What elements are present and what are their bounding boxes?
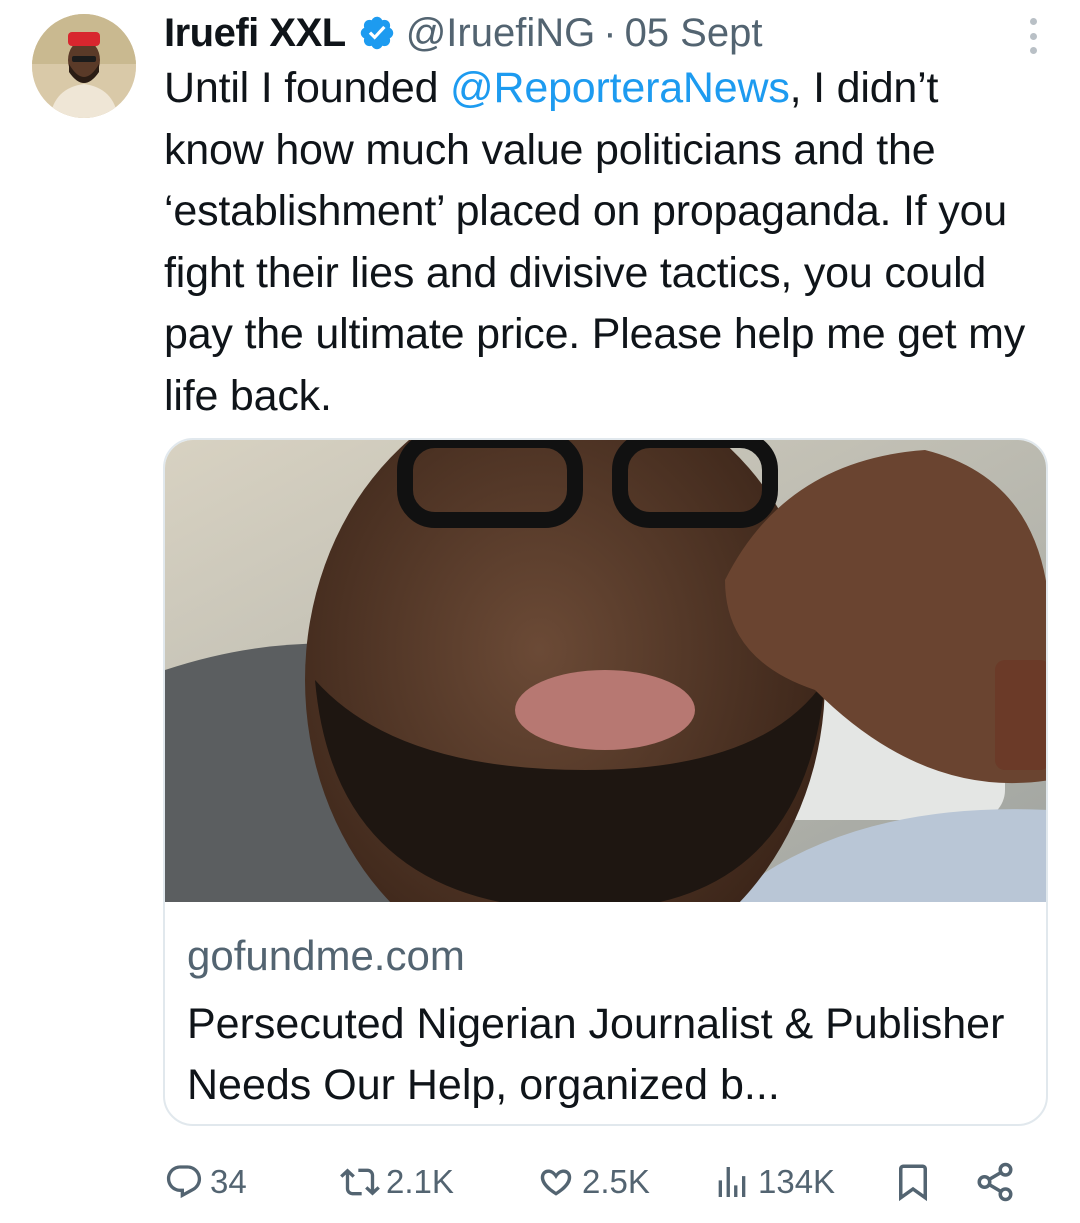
repost-icon [340, 1162, 380, 1202]
author-avatar[interactable] [32, 14, 136, 118]
tweet-date[interactable]: 05 Sept [625, 11, 763, 56]
link-preview-image[interactable] [165, 440, 1046, 902]
author-handle[interactable]: @IruefiNG [406, 11, 596, 56]
repost-button[interactable]: 2.1K [340, 1150, 454, 1214]
share-icon [974, 1161, 1016, 1203]
like-count: 2.5K [582, 1163, 650, 1200]
link-domain: gofundme.com [187, 932, 465, 979]
reply-button[interactable]: 34 [164, 1150, 247, 1214]
link-title: Persecuted Nigerian Journalist & Publish… [187, 1000, 1005, 1109]
views-count: 134K [758, 1163, 836, 1200]
repost-count: 2.1K [386, 1163, 454, 1200]
more-options-icon[interactable] [1026, 18, 1040, 54]
link-preview-card[interactable]: gofundme.com Persecuted Nigerian Journal… [163, 438, 1048, 1126]
like-button[interactable]: 2.5K [536, 1150, 650, 1214]
bookmark-button[interactable] [892, 1150, 934, 1214]
header-separator: · [603, 10, 617, 55]
views-button[interactable]: 134K [712, 1150, 835, 1214]
verified-badge-icon [358, 14, 396, 52]
like-icon [536, 1162, 576, 1202]
avatar-image [32, 14, 136, 118]
author-name[interactable]: Iruefi XXL [164, 11, 346, 56]
bookmark-icon [892, 1161, 934, 1203]
tweet-action-bar: 34 2.1K 2.5K 134K [164, 1150, 1044, 1214]
reply-count: 34 [210, 1163, 247, 1200]
tweet-header: Iruefi XXL @IruefiNG · 05 Sept [164, 8, 1020, 58]
tweet-text-rest: , I didn’t know how much value politicia… [164, 64, 1025, 420]
reply-icon [164, 1162, 204, 1202]
link-preview-text[interactable]: gofundme.com Persecuted Nigerian Journal… [165, 902, 1046, 1124]
tweet-text-start: Until I founded [164, 64, 451, 112]
mention-link[interactable]: @ReporteraNews [450, 64, 790, 112]
views-icon [712, 1162, 752, 1202]
share-button[interactable] [974, 1150, 1016, 1214]
tweet-text: Until I founded @ReporteraNews, I didn’t… [164, 58, 1044, 427]
